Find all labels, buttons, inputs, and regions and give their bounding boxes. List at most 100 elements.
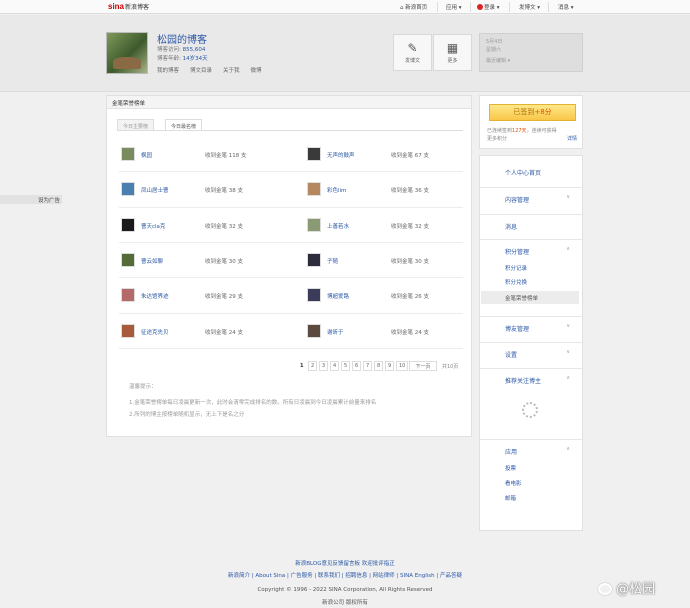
recent-edit-label: 最近编辑 xyxy=(486,58,507,64)
blogger-name[interactable]: 彩色lim xyxy=(327,186,346,194)
blogger-name[interactable]: 子随 xyxy=(327,257,338,265)
page-3[interactable]: 3 xyxy=(319,361,329,371)
blogger-name[interactable]: 朱达馆界迹 xyxy=(141,292,169,300)
link-my-blog[interactable]: 我的博客 xyxy=(157,68,179,74)
top-nav-bar: sina新浪博客 ⌂ 新浪首页 应用 ▾ 登录 ▾ 发博文 ▾ 消息 ▾ xyxy=(0,0,690,14)
page-5[interactable]: 5 xyxy=(341,361,351,371)
blog-avatar[interactable] xyxy=(106,32,148,74)
blog-age: 博客年龄: 14岁34天 xyxy=(157,54,208,62)
sign-in-button[interactable]: 已签到+8分 xyxy=(489,104,576,121)
side-ad-tab[interactable]: 设为广告 xyxy=(0,195,62,204)
avatar[interactable] xyxy=(307,218,321,232)
weibo-watermark: @松园 xyxy=(598,578,655,597)
pen-count: 收到金笔 26 支 xyxy=(391,294,429,300)
write-post-button[interactable]: ✎ 发博文 xyxy=(393,34,432,71)
pen-count: 收到金笔 30 支 xyxy=(391,259,429,265)
sign-rule-link[interactable]: 详情 xyxy=(567,135,577,143)
chevron-up-icon: ∧ xyxy=(566,246,570,252)
avatar[interactable] xyxy=(307,147,321,161)
sidebar-item-label: 个人中心首页 xyxy=(505,170,542,177)
blogger-name[interactable]: 曹云如聊 xyxy=(141,257,163,265)
tab-divider xyxy=(117,130,463,131)
avatar[interactable] xyxy=(307,324,321,338)
sidebar-item-label: 消息 xyxy=(505,224,518,231)
sidebar-item-recommend[interactable]: 推荐关注博主 ∧ xyxy=(480,368,582,388)
sidebar-subitem-movies[interactable]: 看电影 xyxy=(505,479,522,487)
avatar[interactable] xyxy=(307,288,321,302)
sidebar-subitem-points-record[interactable]: 积分记录 xyxy=(505,264,527,272)
sidebar-item-points[interactable]: 积分管理 ∧ xyxy=(480,239,582,259)
sidebar-subitem-vote[interactable]: 投票 xyxy=(505,464,516,472)
page-9[interactable]: 9 xyxy=(385,361,395,371)
blogger-name[interactable]: 上善若水 xyxy=(327,222,349,230)
avatar[interactable] xyxy=(121,253,135,267)
sidebar-item-settings[interactable]: 设置 ∨ xyxy=(480,342,582,362)
pen-count: 收到金笔 32 支 xyxy=(391,224,429,230)
sidebar-item-messages[interactable]: 消息 xyxy=(480,214,582,234)
page-4[interactable]: 4 xyxy=(330,361,340,371)
sidebar-item-friends[interactable]: 博友管理 ∨ xyxy=(480,316,582,336)
sina-blog-logo[interactable]: sina新浪博客 xyxy=(108,2,149,11)
page-6[interactable]: 6 xyxy=(352,361,362,371)
tip-line-1: 1.金笔荣誉榜单每日凌晨更新一次，此时会清零完成排名的数。所有日凌晨到今日凌晨累… xyxy=(129,400,377,406)
sidebar-item-content[interactable]: 内容管理 ∨ xyxy=(480,187,582,207)
sidebar-item-label: 应用 xyxy=(505,449,518,456)
blog-title[interactable]: 松园的博客 xyxy=(157,31,207,46)
avatar[interactable] xyxy=(121,288,135,302)
avatar[interactable] xyxy=(307,253,321,267)
sidebar-item-home[interactable]: 个人中心首页 xyxy=(480,161,582,181)
blogger-name[interactable]: 枫园 xyxy=(141,151,152,159)
blogger-name[interactable]: 博超爱路 xyxy=(327,292,349,300)
nav-separator xyxy=(509,2,510,12)
sidebar-item-apps[interactable]: 应用 ∧ xyxy=(480,439,582,459)
link-article-list[interactable]: 博文目录 xyxy=(190,68,212,74)
nav-messages[interactable]: 消息 ▾ xyxy=(558,3,574,11)
avatar[interactable] xyxy=(307,182,321,196)
sidebar-item-label: 积分管理 xyxy=(505,249,530,256)
page-2[interactable]: 2 xyxy=(308,361,318,371)
next-page-button[interactable]: 下一页 xyxy=(409,361,437,371)
blogger-name[interactable]: 凤山居士曹 xyxy=(141,186,169,194)
loading-spinner-icon xyxy=(522,402,538,418)
nav-home[interactable]: ⌂ 新浪首页 xyxy=(400,3,427,11)
pen-count: 收到金笔 29 支 xyxy=(205,294,243,300)
sidebar-item-label: 推荐关注博主 xyxy=(505,378,542,385)
avatar[interactable] xyxy=(121,182,135,196)
edit-icon: ✎ xyxy=(407,41,418,55)
page-1[interactable]: 1 xyxy=(297,361,307,371)
avatar[interactable] xyxy=(121,324,135,338)
avatar[interactable] xyxy=(121,218,135,232)
panel-title: 金笔荣誉榜单 xyxy=(107,96,471,109)
nav-app[interactable]: 应用 ▾ xyxy=(446,3,462,11)
watermark-text: @松园 xyxy=(616,582,656,597)
blogger-name[interactable]: 谢昕于 xyxy=(327,328,344,336)
date-box: 5月4日 星期六 最近编辑 ▾ xyxy=(479,33,583,72)
page-7[interactable]: 7 xyxy=(363,361,373,371)
blogger-name[interactable]: 征途克先贝 xyxy=(141,328,169,336)
page-8[interactable]: 8 xyxy=(374,361,384,371)
sina-logo-sub: 新浪博客 xyxy=(125,5,150,11)
footer-links: 新浪简介 | About Sina | 广告服务 | 联系我们 | 招聘信息 |… xyxy=(0,571,690,579)
feedback-link[interactable]: 新浪BLOG意见反馈留言板 欢迎批评指正 xyxy=(295,561,394,567)
avatar[interactable] xyxy=(121,147,135,161)
sidebar-subitem-points-exchange[interactable]: 积分兑换 xyxy=(505,278,527,286)
pen-count: 收到金笔 36 支 xyxy=(391,188,429,194)
link-about-me[interactable]: 关于我 xyxy=(223,68,240,74)
recent-edit-link[interactable]: 最近编辑 ▾ xyxy=(486,57,576,65)
row-divider xyxy=(119,207,463,208)
sidebar-menu: 个人中心首页 内容管理 ∨ 消息 积分管理 ∧ 积分记录 积分兑换 金笔荣誉榜单… xyxy=(479,155,583,531)
pen-count: 收到金笔 67 支 xyxy=(391,153,429,159)
chevron-down-icon: ∨ xyxy=(566,194,570,200)
nav-login[interactable]: 登录 ▾ xyxy=(477,3,500,11)
pen-count: 收到金笔 24 支 xyxy=(391,330,429,336)
link-weibo[interactable]: 微博 xyxy=(251,68,262,74)
sidebar-subitem-honor-list[interactable]: 金笔荣誉榜单 xyxy=(481,291,579,304)
blogger-name[interactable]: 无声的鼓声 xyxy=(327,151,355,159)
sidebar-subitem-mail[interactable]: 邮箱 xyxy=(505,494,516,502)
page-10[interactable]: 10 xyxy=(396,361,409,371)
footer-nav-links[interactable]: 新浪简介 | About Sina | 广告服务 | 联系我们 | 招聘信息 |… xyxy=(228,573,462,579)
nav-publish[interactable]: 发博文 ▾ xyxy=(519,3,540,11)
sidebar-item-label: 博友管理 xyxy=(505,326,530,333)
more-button[interactable]: ▦ 更多 xyxy=(433,34,472,71)
blogger-name[interactable]: 曹天cla克 xyxy=(141,222,165,230)
